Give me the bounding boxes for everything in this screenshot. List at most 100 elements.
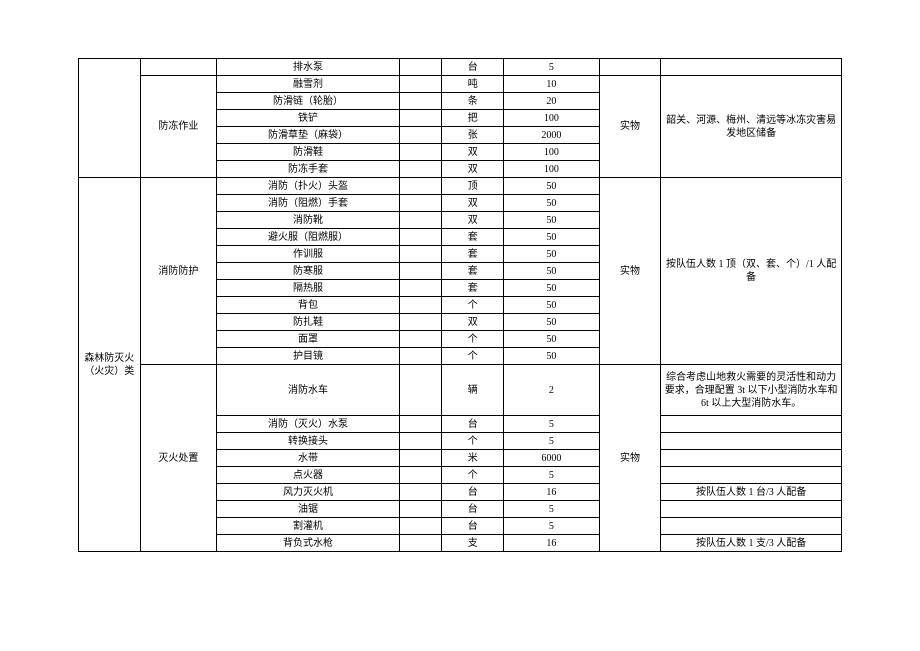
cell-spec xyxy=(399,433,442,450)
cell-qty: 5 xyxy=(504,416,600,433)
cell-spec xyxy=(399,518,442,535)
cell-unit: 个 xyxy=(442,348,504,365)
cell-item: 防滑鞋 xyxy=(217,144,400,161)
cell-qty: 50 xyxy=(504,314,600,331)
cell-unit: 套 xyxy=(442,263,504,280)
cell-spec xyxy=(399,450,442,467)
cell-qty: 100 xyxy=(504,161,600,178)
cell-note xyxy=(661,416,842,433)
cell-qty: 20 xyxy=(504,93,600,110)
cell-qty: 50 xyxy=(504,348,600,365)
cell-item: 消防（扑火）头盔 xyxy=(217,178,400,195)
cell-unit: 个 xyxy=(442,331,504,348)
cell-cat2: 防冻作业 xyxy=(140,76,217,178)
cell-note: 按队伍人数 1 支/3 人配备 xyxy=(661,535,842,552)
cell-qty: 100 xyxy=(504,110,600,127)
cell-qty: 50 xyxy=(504,297,600,314)
cell-cat1 xyxy=(79,59,141,178)
cell-item: 融雪剂 xyxy=(217,76,400,93)
cell-note: 韶关、河源、梅州、清远等冰冻灾害易发地区储备 xyxy=(661,76,842,178)
cell-item: 消防水车 xyxy=(217,365,400,416)
cell-item: 转换接头 xyxy=(217,433,400,450)
cell-item: 作训服 xyxy=(217,246,400,263)
cell-item: 防寒服 xyxy=(217,263,400,280)
cell-form xyxy=(599,59,661,76)
cell-unit: 双 xyxy=(442,161,504,178)
cell-qty: 50 xyxy=(504,331,600,348)
cell-spec xyxy=(399,280,442,297)
cell-qty: 50 xyxy=(504,229,600,246)
cell-item: 排水泵 xyxy=(217,59,400,76)
cell-unit: 双 xyxy=(442,195,504,212)
cell-spec xyxy=(399,59,442,76)
cell-spec xyxy=(399,127,442,144)
cell-spec xyxy=(399,348,442,365)
cell-note xyxy=(661,59,842,76)
cell-note: 综合考虑山地救火需要的灵活性和动力要求，合理配置 3t 以下小型消防水车和 6t… xyxy=(661,365,842,416)
cell-item: 防滑草垫（麻袋） xyxy=(217,127,400,144)
cell-unit: 双 xyxy=(442,314,504,331)
cell-spec xyxy=(399,246,442,263)
cell-qty: 5 xyxy=(504,433,600,450)
table-row: 森林防灭火（火灾）类 消防防护 消防（扑火）头盔 顶 50 实物 按队伍人数 1… xyxy=(79,178,842,195)
cell-qty: 16 xyxy=(504,484,600,501)
cell-item: 水带 xyxy=(217,450,400,467)
cell-qty: 2000 xyxy=(504,127,600,144)
cell-spec xyxy=(399,110,442,127)
cell-unit: 张 xyxy=(442,127,504,144)
cell-qty: 5 xyxy=(504,518,600,535)
cell-unit: 个 xyxy=(442,433,504,450)
cell-item: 消防靴 xyxy=(217,212,400,229)
table-row: 防冻作业 融雪剂 吨 10 实物 韶关、河源、梅州、清远等冰冻灾害易发地区储备 xyxy=(79,76,842,93)
cell-spec xyxy=(399,535,442,552)
cell-cat2: 灭火处置 xyxy=(140,365,217,552)
cell-item: 割灌机 xyxy=(217,518,400,535)
cell-item: 铁铲 xyxy=(217,110,400,127)
cell-spec xyxy=(399,161,442,178)
cell-form: 实物 xyxy=(599,76,661,178)
cell-unit: 双 xyxy=(442,212,504,229)
cell-spec xyxy=(399,484,442,501)
table-row: 排水泵 台 5 xyxy=(79,59,842,76)
cell-qty: 5 xyxy=(504,59,600,76)
cell-qty: 50 xyxy=(504,246,600,263)
cell-item: 防滑链（轮胎） xyxy=(217,93,400,110)
cell-item: 避火服（阻燃服） xyxy=(217,229,400,246)
cell-qty: 50 xyxy=(504,280,600,297)
cell-unit: 顶 xyxy=(442,178,504,195)
cell-unit: 双 xyxy=(442,144,504,161)
cell-note xyxy=(661,518,842,535)
cell-unit: 米 xyxy=(442,450,504,467)
cell-unit: 辆 xyxy=(442,365,504,416)
cell-unit: 个 xyxy=(442,297,504,314)
cell-item: 点火器 xyxy=(217,467,400,484)
cell-cat1: 森林防灭火（火灾）类 xyxy=(79,178,141,552)
cell-item: 背负式水枪 xyxy=(217,535,400,552)
table-row: 灭火处置 消防水车 辆 2 实物 综合考虑山地救火需要的灵活性和动力要求，合理配… xyxy=(79,365,842,416)
cell-item: 消防（阻燃）手套 xyxy=(217,195,400,212)
cell-spec xyxy=(399,467,442,484)
cell-spec xyxy=(399,178,442,195)
cell-cat2 xyxy=(140,59,217,76)
cell-spec xyxy=(399,195,442,212)
cell-qty: 50 xyxy=(504,195,600,212)
cell-form: 实物 xyxy=(599,365,661,552)
cell-unit: 套 xyxy=(442,229,504,246)
cell-qty: 10 xyxy=(504,76,600,93)
cell-qty: 50 xyxy=(504,212,600,229)
cell-spec xyxy=(399,314,442,331)
cell-qty: 100 xyxy=(504,144,600,161)
cell-unit: 台 xyxy=(442,501,504,518)
cell-spec xyxy=(399,297,442,314)
cell-spec xyxy=(399,93,442,110)
cell-qty: 50 xyxy=(504,263,600,280)
cell-spec xyxy=(399,76,442,93)
cell-item: 风力灭火机 xyxy=(217,484,400,501)
cell-unit: 支 xyxy=(442,535,504,552)
cell-unit: 把 xyxy=(442,110,504,127)
cell-unit: 台 xyxy=(442,416,504,433)
cell-item: 防冻手套 xyxy=(217,161,400,178)
cell-unit: 台 xyxy=(442,518,504,535)
cell-qty: 16 xyxy=(504,535,600,552)
cell-unit: 套 xyxy=(442,280,504,297)
